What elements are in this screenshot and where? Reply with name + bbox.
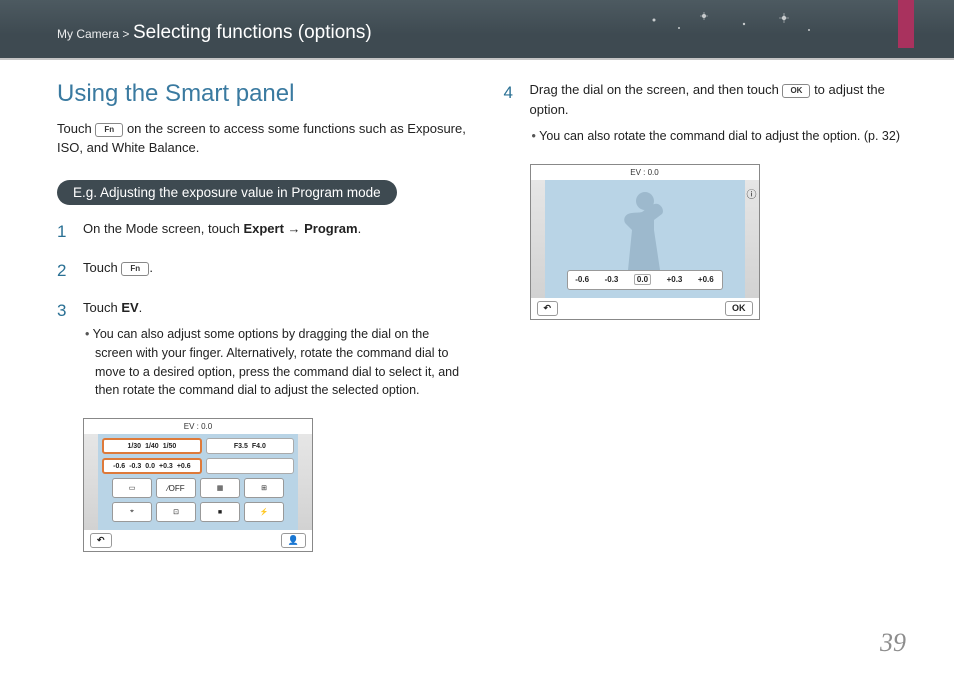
option-btn-4: ⊞ [244,478,284,498]
screen-main: 1/30 1/40 1/50 F3.5 F4.0 -0.6 -0.3 [98,434,298,530]
back-icon: ↶ [537,301,559,316]
person-silhouette [600,184,690,284]
breadcrumb-title: Selecting functions (options) [133,22,372,43]
option-btn-6: ⊡ [156,502,196,522]
ev-scale: -0.6 -0.3 0.0 +0.3 +0.6 [567,270,723,290]
sparkle-decoration [634,10,834,40]
screen2-side-right: ⓘ [745,180,759,298]
step-number: 4 [504,80,530,150]
ok-button-icon: OK [782,84,810,98]
fn-button-icon: Fn [95,123,123,137]
option-btn-3: ▦ [200,478,240,498]
info-icon: ⓘ [747,186,757,201]
page-number: 39 [880,628,906,658]
camera-screen-1: EV : 0.0 1/30 1/40 1/50 F3.5 F4.0 [83,418,313,552]
right-column: 4 Drag the dial on the screen, and then … [504,80,915,552]
step-1: 1 On the Mode screen, touch Expert → Pro… [57,219,468,245]
ev-dial: -0.6 -0.3 0.0 +0.3 +0.6 [102,458,202,474]
camera-screen-title: EV : 0.0 [84,419,312,434]
screen-side-right [298,434,312,530]
screen-side-left [84,434,98,530]
step-number: 2 [57,258,83,284]
intro-text: Touch Fn on the screen to access some fu… [57,120,468,158]
section-heading: Using the Smart panel [57,80,468,108]
left-column: Using the Smart panel Touch Fn on the sc… [57,80,468,552]
step-3: 3 Touch EV. You can also adjust some opt… [57,298,468,405]
step-4: 4 Drag the dial on the screen, and then … [504,80,915,150]
ok-button: OK [725,301,753,316]
step-number: 3 [57,298,83,405]
step-2: 2 Touch Fn. [57,258,468,284]
aperture-dial: F3.5 F4.0 [206,438,294,454]
section-tab [898,0,914,48]
back-icon: ↶ [90,533,112,548]
shutter-dial: 1/30 1/40 1/50 [102,438,202,454]
option-btn-5: ⌖ [112,502,152,522]
camera-screen-2: EV : 0.0 -0.6 -0.3 0.0 +0.3 +0.6 [530,164,760,320]
example-pill: E.g. Adjusting the exposure value in Pro… [57,180,397,205]
step-4-sub: You can also rotate the command dial to … [530,127,915,146]
breadcrumb: My Camera > Selecting functions (options… [57,22,372,44]
person-icon: 👤 [281,533,306,548]
breadcrumb-prefix: My Camera > [57,27,129,41]
camera-screen-2-title: EV : 0.0 [531,165,759,180]
step-number: 1 [57,219,83,245]
page-header: My Camera > Selecting functions (options… [0,0,954,60]
option-btn-7: ■ [200,502,240,522]
screen2-side-left [531,180,545,298]
step-3-sub: You can also adjust some options by drag… [83,325,468,400]
fn-button-icon: Fn [121,262,149,276]
screen2-main: -0.6 -0.3 0.0 +0.3 +0.6 [545,180,745,298]
option-btn-2: ⁄OFF [156,478,196,498]
iso-dial [206,458,294,474]
option-btn-1: ▭ [112,478,152,498]
option-btn-8: ⚡ [244,502,284,522]
